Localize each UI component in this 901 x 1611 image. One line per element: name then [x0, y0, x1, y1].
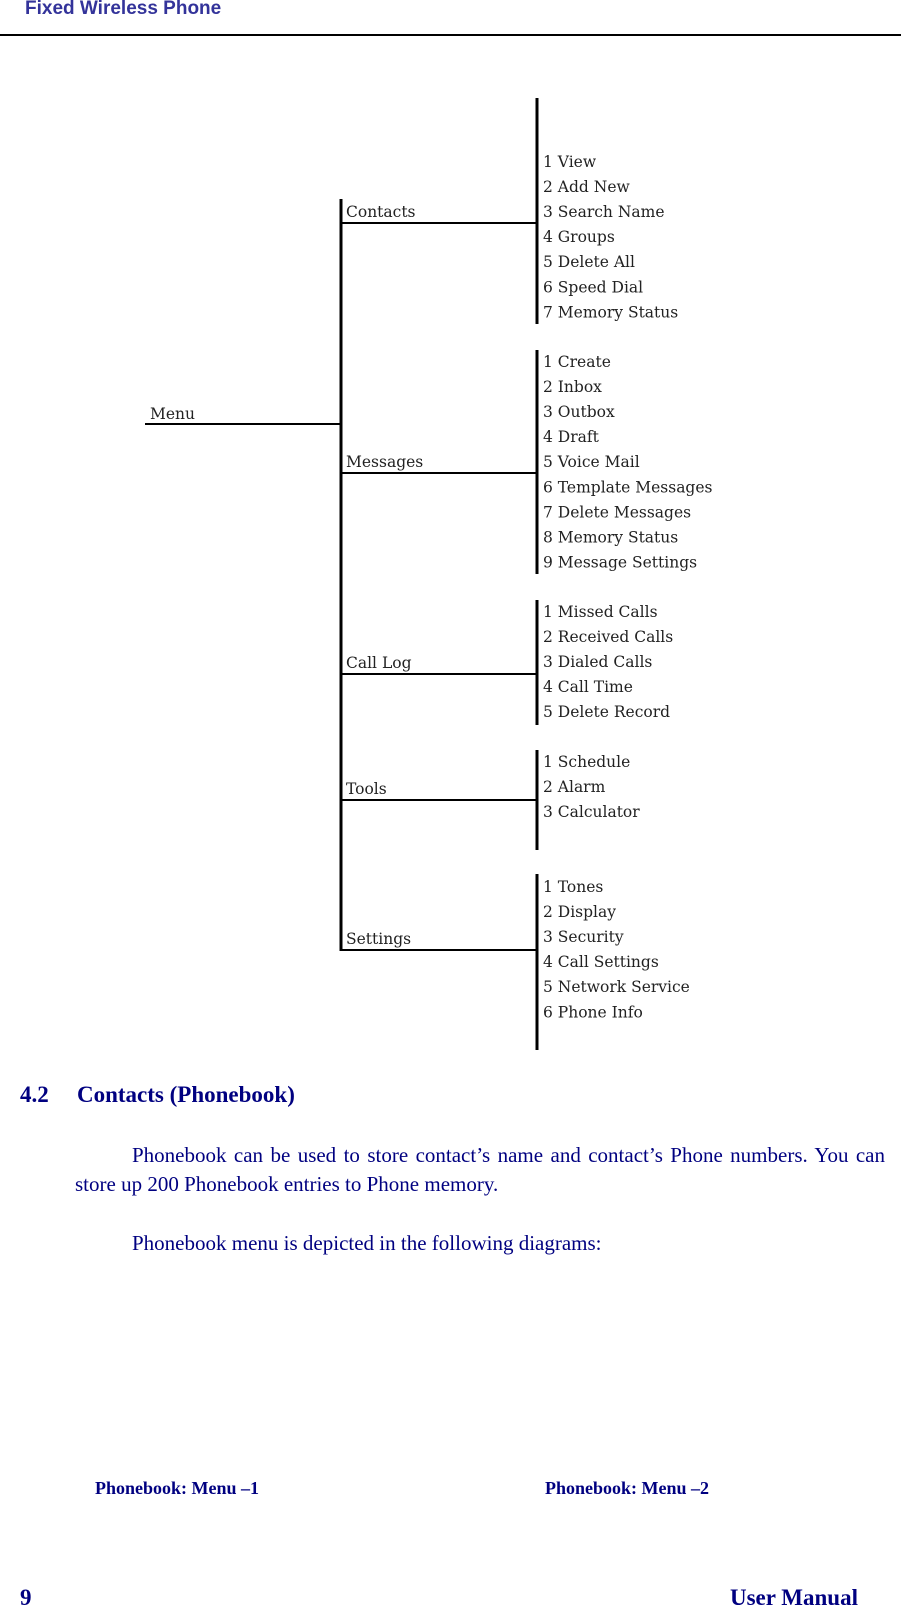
- submenu-item: 2 Display: [543, 903, 616, 921]
- submenu-item: 4 Call Settings: [543, 953, 659, 971]
- branch-tools: Tools 1 Schedule 2 Alarm 3 Calculator: [341, 750, 640, 850]
- submenu-item: 5 Delete Record: [543, 703, 670, 721]
- section-title: Contacts (Phonebook): [77, 1082, 295, 1107]
- submenu-item: 6 Speed Dial: [543, 278, 643, 296]
- submenu-item: 6 Template Messages: [543, 478, 713, 496]
- figure-caption-1: Phonebook: Menu –1: [95, 1478, 260, 1498]
- submenu-item: 3 Dialed Calls: [543, 653, 652, 671]
- submenu-item: 5 Delete All: [543, 253, 635, 271]
- section-heading: 4.2 Contacts (Phonebook): [20, 1082, 295, 1108]
- root-label: Menu: [150, 405, 195, 423]
- branch-call-log: Call Log 1 Missed Calls 2 Received Calls 3 …: [341, 600, 673, 725]
- branch-messages: Messages 1 Create 2 Inbox 3 Outbox 4 Draft 5 …: [341, 350, 713, 574]
- submenu-item: 5 Voice Mail: [543, 453, 640, 471]
- submenu-item: 9 Message Settings: [543, 553, 697, 571]
- submenu-item: 7 Memory Status: [543, 303, 678, 321]
- section-number: 4.2: [20, 1082, 49, 1107]
- submenu-item: 4 Call Time: [543, 678, 633, 696]
- menu-tree-diagram: Menu Contacts 1 View 2 Add New 3 Search Nam…: [145, 98, 713, 1050]
- submenu-item: 1 Create: [543, 353, 611, 371]
- page-number: 9: [20, 1585, 32, 1610]
- submenu-item: 3 Search Name: [543, 203, 665, 221]
- branch-label: Call Log: [346, 654, 412, 672]
- diagram-intro-paragraph: Phonebook menu is depicted in the follow…: [132, 1231, 602, 1255]
- branch-contacts: Contacts 1 View 2 Add New 3 Search Name 4 Gr…: [341, 98, 678, 324]
- footer-label: User Manual: [730, 1585, 858, 1610]
- figure-caption-2: Phonebook: Menu –2: [545, 1478, 710, 1498]
- submenu-item: 7 Delete Messages: [543, 503, 691, 521]
- submenu-item: 3 Calculator: [543, 803, 640, 821]
- branch-label: Contacts: [346, 203, 416, 221]
- submenu-item: 4 Groups: [543, 228, 615, 246]
- branch-settings: Settings 1 Tones 2 Display 3 Security 4 Call…: [341, 874, 690, 1050]
- submenu-item: 2 Alarm: [543, 778, 606, 796]
- submenu-item: 5 Network Service: [543, 978, 690, 996]
- submenu-item: 1 Schedule: [543, 753, 630, 771]
- submenu-item: 1 Missed Calls: [543, 603, 658, 621]
- submenu-item: 4 Draft: [543, 428, 600, 446]
- branch-label: Settings: [346, 930, 411, 948]
- submenu-item: 6 Phone Info: [543, 1003, 643, 1021]
- submenu-item: 2 Inbox: [543, 378, 602, 396]
- intro-paragraph: Phonebook can be used to store contact’s…: [75, 1143, 885, 1196]
- submenu-item: 2 Add New: [543, 178, 630, 196]
- submenu-item: 1 Tones: [543, 878, 603, 896]
- submenu-item: 1 View: [543, 153, 597, 171]
- submenu-item: 3 Outbox: [543, 403, 615, 421]
- submenu-item: 8 Memory Status: [543, 528, 678, 546]
- submenu-item: 3 Security: [543, 928, 624, 946]
- submenu-item: 2 Received Calls: [543, 628, 673, 646]
- branch-label: Messages: [346, 453, 423, 471]
- branch-label: Tools: [346, 780, 387, 798]
